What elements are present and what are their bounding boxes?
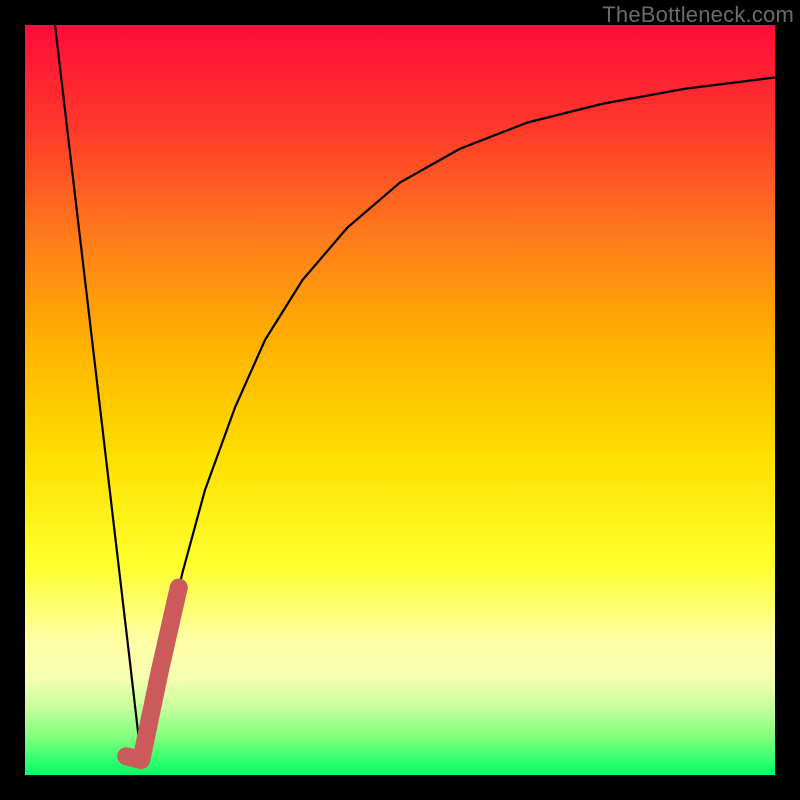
curve-layer (25, 25, 775, 775)
watermark-text: TheBottleneck.com (602, 2, 794, 28)
curve-right-branch (141, 78, 775, 761)
plot-area (25, 25, 775, 775)
chart-frame: TheBottleneck.com (0, 0, 800, 800)
curve-left-branch (55, 25, 141, 760)
highlight-segment (126, 588, 179, 761)
